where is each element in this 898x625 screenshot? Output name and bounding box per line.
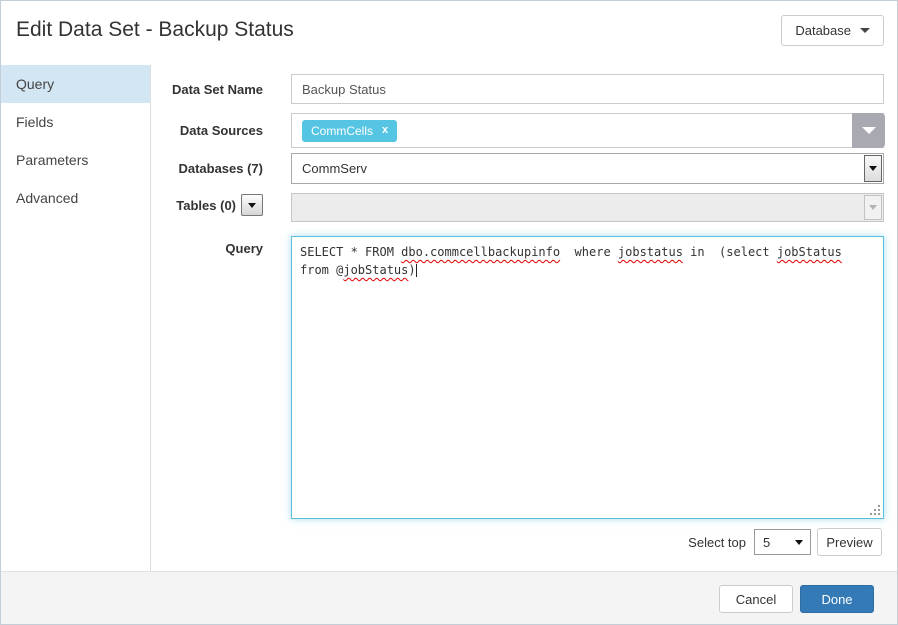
cancel-button[interactable]: Cancel — [719, 585, 793, 613]
database-dropdown-button[interactable]: Database — [781, 15, 884, 46]
chevron-down-icon — [248, 203, 256, 208]
tables-label-row: Tables (0) — [149, 194, 263, 216]
done-button[interactable]: Done — [800, 585, 874, 613]
chevron-down-icon — [860, 28, 870, 33]
select-top-label: Select top — [626, 535, 746, 550]
chevron-down-icon — [795, 540, 803, 545]
data-sources-dropdown-button[interactable] — [852, 113, 885, 148]
tables-dropdown-button[interactable] — [241, 194, 263, 216]
database-dropdown-label: Database — [795, 23, 851, 38]
dataset-name-label: Data Set Name — [149, 82, 263, 97]
databases-select[interactable]: CommServ — [291, 153, 884, 184]
text-cursor — [416, 264, 417, 277]
edit-dataset-dialog: Edit Data Set - Backup Status Database Q… — [0, 0, 898, 625]
tables-select-disabled — [291, 193, 884, 222]
query-label: Query — [149, 241, 263, 256]
page-title: Edit Data Set - Backup Status — [16, 18, 294, 42]
sidebar-item-query[interactable]: Query — [1, 65, 150, 103]
dataset-name-input[interactable] — [291, 74, 884, 104]
select-arrow-icon[interactable] — [864, 155, 882, 182]
sidebar-item-fields[interactable]: Fields — [1, 103, 150, 141]
databases-selected-value: CommServ — [302, 161, 367, 176]
select-top-value: 5 — [763, 535, 770, 550]
data-source-tag[interactable]: CommCells x — [302, 120, 397, 142]
chevron-down-icon — [862, 127, 876, 134]
select-arrow-icon-disabled — [864, 195, 882, 220]
databases-label: Databases (7) — [149, 161, 263, 176]
sidebar-item-advanced[interactable]: Advanced — [1, 179, 150, 217]
query-text: SELECT * FROM dbo.commcellbackupinfo whe… — [300, 243, 875, 279]
sidebar: QueryFieldsParametersAdvanced — [1, 65, 151, 571]
tables-label: Tables (0) — [176, 198, 236, 213]
preview-button[interactable]: Preview — [817, 528, 882, 556]
select-top-dropdown[interactable]: 5 — [754, 529, 811, 555]
data-sources-label: Data Sources — [149, 123, 263, 138]
data-sources-field[interactable]: CommCells x — [291, 113, 884, 148]
sidebar-item-parameters[interactable]: Parameters — [1, 141, 150, 179]
resize-grip-icon[interactable] — [870, 505, 881, 516]
remove-tag-icon[interactable]: x — [382, 125, 388, 136]
query-textarea[interactable]: SELECT * FROM dbo.commcellbackupinfo whe… — [291, 236, 884, 519]
data-source-tag-label: CommCells — [311, 124, 373, 138]
